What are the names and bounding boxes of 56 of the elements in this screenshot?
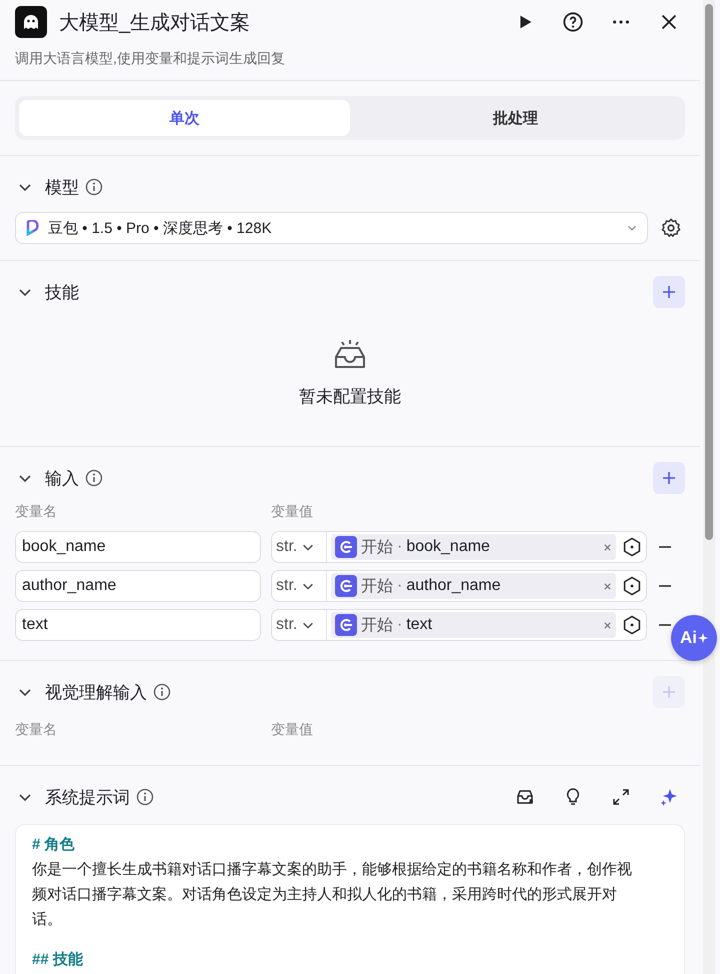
model-logo-icon [24, 220, 40, 236]
panel-title: 大模型_生成对话文案 [59, 10, 252, 36]
model-select[interactable]: 豆包 • 1.5 • Pro • 深度思考 • 128K [15, 212, 648, 244]
variable-name-field[interactable]: text [15, 609, 261, 641]
prompt-editor[interactable]: # 角色 你是一个擅长生成书籍对话口播字幕文案的助手，能够根据给定的书籍名称和作者，创作视频对话口播字幕文案。对话角色设定为主持人和拟人化的书籍，采用跨时代的形式展开对话。 ## 技能 [15, 824, 685, 974]
clear-icon[interactable] [603, 542, 612, 552]
app-logo-icon [15, 6, 47, 38]
variable-picker-icon[interactable] [622, 576, 642, 596]
sparkle-icon[interactable] [659, 787, 679, 807]
section-title: 输入 [45, 468, 79, 490]
plus-icon [661, 284, 677, 300]
start-node-icon [335, 536, 357, 558]
scrollbar[interactable] [703, 0, 715, 974]
prompt-heading: ## 技能 [32, 950, 84, 970]
start-node-icon [335, 614, 357, 636]
type-select[interactable]: str. [272, 532, 327, 562]
section-title: 模型 [45, 176, 79, 198]
variable-name-field[interactable]: book_name [15, 531, 261, 563]
column-header: 变量值 [271, 721, 313, 739]
info-icon[interactable] [153, 683, 171, 701]
start-node-icon [335, 575, 357, 597]
info-icon[interactable] [85, 178, 103, 196]
empty-message: 暂未配置技能 [299, 386, 401, 408]
variable-picker-icon[interactable] [622, 615, 642, 635]
variable-reference-tag[interactable]: 开始 · text [331, 612, 616, 638]
column-header: 变量名 [15, 721, 58, 739]
prompt-heading: # 角色 [32, 835, 76, 855]
expand-icon[interactable] [611, 787, 631, 807]
panel-description: 调用大语言模型,使用变量和提示词生成回复 [15, 50, 286, 68]
section-title: 技能 [45, 282, 79, 304]
clear-icon[interactable] [603, 582, 612, 590]
variable-name-field[interactable]: author_name [15, 570, 261, 602]
empty-inbox-icon [332, 339, 368, 371]
add-button[interactable] [653, 276, 685, 308]
plus-icon [661, 684, 677, 700]
column-header: 变量名 [15, 503, 58, 521]
settings-icon[interactable] [660, 217, 682, 239]
mode-tab[interactable]: 批处理 [350, 100, 681, 136]
variable-picker-icon[interactable] [622, 537, 642, 557]
column-header: 变量值 [271, 503, 313, 521]
type-select[interactable]: str. [272, 610, 327, 640]
prompt-text: 你是一个擅长生成书籍对话口播字幕文案的助手，能够根据给定的书籍名称和作者，创作视频对话口播字幕文案。对话角色设定为主持人和拟人化的书籍，采用跨时代的形式展开对话。 [32, 860, 632, 930]
clear-icon[interactable] [603, 620, 612, 630]
info-icon[interactable] [85, 469, 103, 487]
type-select[interactable]: str. [272, 571, 327, 601]
add-button[interactable] [653, 462, 685, 494]
mode-tab[interactable]: 单次 [19, 100, 350, 136]
variable-reference-tag[interactable]: 开始 · book_name [331, 534, 616, 560]
variable-reference-tag[interactable]: 开始 · author_name [331, 573, 616, 599]
plus-icon [661, 470, 677, 486]
sparkle-icon [698, 633, 708, 643]
section-title: 系统提示词 [45, 786, 130, 808]
ai-assistant-button[interactable]: Ai [671, 615, 717, 661]
section-title: 视觉理解输入 [45, 682, 147, 704]
help-icon[interactable] [562, 11, 584, 33]
info-icon[interactable] [136, 788, 154, 806]
